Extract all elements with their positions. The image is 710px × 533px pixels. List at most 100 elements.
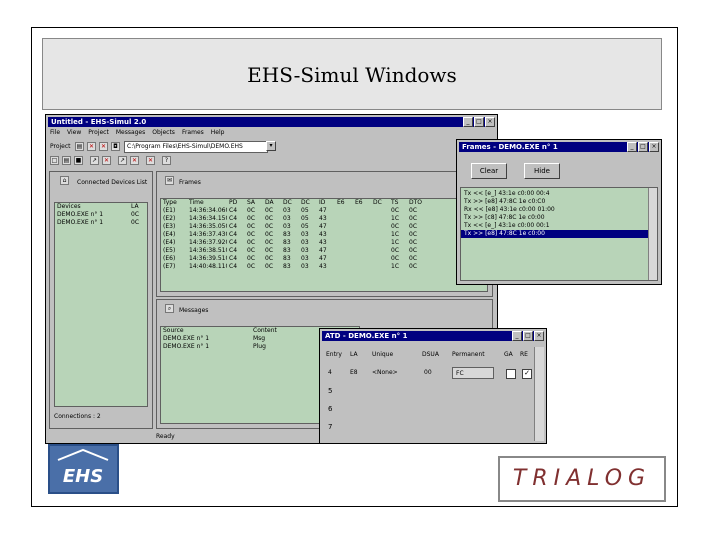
- main-window-controls: _ □ ×: [463, 117, 495, 127]
- hide-button[interactable]: Hide: [524, 163, 560, 179]
- frame-cell: 05: [301, 215, 309, 222]
- device-la: 0C: [131, 219, 140, 226]
- menu-frames[interactable]: Frames: [182, 129, 204, 138]
- open-icon[interactable]: ▤: [75, 142, 84, 151]
- frame-log-line[interactable]: Tx << [e_] 43:1e c0:00 00:1: [461, 222, 648, 230]
- path-value: C:\Program Files\EHS-Simul\DEMO.EHS: [127, 143, 243, 150]
- minimize-button[interactable]: _: [627, 142, 637, 152]
- frame-cell: 83: [283, 231, 291, 238]
- path-field[interactable]: C:\Program Files\EHS-Simul\DEMO.EHS: [124, 141, 268, 153]
- frame-row[interactable]: (E7) 14:40:48.110 C4 0C 0C 83 03 43 1C 0C: [161, 263, 487, 271]
- frame-cell: [335, 263, 353, 271]
- close-button[interactable]: ×: [649, 142, 659, 152]
- frame-cell: 0C: [391, 207, 400, 214]
- message-content: Plug: [253, 343, 266, 350]
- minimize-button[interactable]: _: [463, 117, 473, 127]
- delete-icon[interactable]: ✕: [87, 142, 96, 151]
- frame-log-line[interactable]: Tx >> [c8] 47:8C 1e c0:00: [461, 214, 648, 222]
- stop-icon[interactable]: ✕: [99, 142, 108, 151]
- frame-cell: [353, 239, 371, 247]
- frame-log-line[interactable]: Tx << [e_] 43:1e c0:00 00:4: [461, 190, 648, 198]
- menu-help[interactable]: Help: [211, 129, 225, 138]
- frame-row[interactable]: (E3) 14:36:35.050 C4 0C 0C 03 05 47 0C 0C: [161, 223, 487, 231]
- atd-entry[interactable]: 7: [328, 423, 332, 431]
- frames-log[interactable]: Tx << [e_] 43:1e c0:00 00:4 Tx >> [e8] 47…: [460, 187, 658, 281]
- device-row[interactable]: DEMO.EXE n° 1 0C: [55, 211, 147, 219]
- maximize-button[interactable]: □: [638, 142, 648, 152]
- atd-scrollbar[interactable]: [534, 347, 544, 441]
- save-icon[interactable]: ■: [74, 156, 83, 165]
- frames-log-scrollbar[interactable]: [648, 188, 657, 280]
- new-icon[interactable]: □: [50, 156, 59, 165]
- frame-log-line[interactable]: Rx << [e8] 43:1e c0:00 01:00: [461, 206, 648, 214]
- content-col-header: Content: [253, 327, 277, 334]
- menu-project[interactable]: Project: [88, 129, 109, 138]
- frame-cell: 0C: [247, 263, 256, 270]
- device-row[interactable]: DEMO.EXE n° 1 0C: [55, 219, 147, 227]
- frame-cell: (E4): [163, 239, 176, 246]
- stop-sim-icon[interactable]: ✕: [146, 156, 155, 165]
- lock-icon[interactable]: ◘: [111, 142, 120, 151]
- frame-cell: (E4): [163, 231, 176, 238]
- project-toolbar: Project ▤ ✕ ✕ ◘ C:\Program Files\EHS-Sim…: [50, 141, 493, 153]
- devices-list-header: Devices LA: [55, 203, 147, 211]
- re-checkbox[interactable]: ✓: [522, 369, 532, 379]
- devices-list[interactable]: Devices LA DEMO.EXE n° 1 0C DEMO.EXE n° …: [54, 202, 148, 407]
- frame-row[interactable]: (E4) 14:36:37.920 C4 0C 0C 83 03 43 1C 0C: [161, 239, 487, 247]
- frame-cell: 0C: [265, 231, 274, 238]
- help-icon[interactable]: ?: [162, 156, 171, 165]
- main-window-title: Untitled - EHS-Simul 2.0: [48, 117, 495, 127]
- frames-table[interactable]: Type Time PD SA DA DC DC ID E6 E6 DC TS DTO (E1) 14:3…: [160, 198, 488, 292]
- open-file-icon[interactable]: ▤: [62, 156, 71, 165]
- maximize-button[interactable]: □: [474, 117, 484, 127]
- frame-cell: [371, 263, 389, 271]
- frame-cell: 47: [319, 223, 327, 230]
- frame-cell: [371, 215, 389, 223]
- close-button[interactable]: ×: [485, 117, 495, 127]
- frame-cell: 0C: [409, 231, 418, 238]
- disconnect-icon[interactable]: ✕: [130, 156, 139, 165]
- path-dropdown-button[interactable]: ▾: [266, 141, 276, 151]
- frame-cell: [371, 231, 389, 239]
- frame-row[interactable]: (E4) 14:36:37.430 C4 0C 0C 83 03 43 1C 0C: [161, 231, 487, 239]
- frame-cell: [371, 255, 389, 263]
- messages-header: Messages: [179, 307, 209, 314]
- frame-cell: [353, 255, 371, 263]
- frame-cell: 14:36:39.510: [189, 255, 227, 262]
- frame-cell: 47: [319, 255, 327, 262]
- atd-window-controls: _ □ ×: [512, 331, 544, 341]
- menu-file[interactable]: File: [50, 129, 60, 138]
- ga-checkbox[interactable]: [506, 369, 516, 379]
- atd-entry[interactable]: 5: [328, 387, 332, 395]
- frame-cell: [353, 263, 371, 271]
- menu-objects[interactable]: Objects: [152, 129, 175, 138]
- remove-device-icon[interactable]: ✕: [102, 156, 111, 165]
- clear-button[interactable]: Clear: [471, 163, 507, 179]
- frame-cell: 0C: [247, 223, 256, 230]
- frame-cell: 47: [319, 207, 327, 214]
- permanent-field[interactable]: FC: [452, 367, 494, 379]
- add-device-icon[interactable]: ↗: [90, 156, 99, 165]
- frame-log-line[interactable]: Tx >> [e8] 47:8C 1e c0:C0: [461, 198, 648, 206]
- frame-cell: 0C: [391, 255, 400, 262]
- permanent-col-header: Permanent: [452, 351, 485, 358]
- frame-row[interactable]: (E1) 14:36:34.060 C4 0C 0C 03 05 47 0C 0C: [161, 207, 487, 215]
- frame-cell: [335, 223, 353, 231]
- atd-entry[interactable]: 6: [328, 405, 332, 413]
- frame-row[interactable]: (E5) 14:36:38.510 C4 0C 0C 83 03 47 0C 0C: [161, 247, 487, 255]
- connections-count: Connections : 2: [54, 413, 101, 420]
- atd-la: E8: [350, 369, 358, 376]
- frame-row[interactable]: (E2) 14:36:34.150 C4 0C 0C 03 05 43 1C 0C: [161, 215, 487, 223]
- connect-icon[interactable]: ↗: [118, 156, 127, 165]
- menu-view[interactable]: View: [67, 129, 81, 138]
- frame-log-line[interactable]: Tx >> [e8] 47:8C 1e c0:00: [461, 230, 648, 238]
- frame-cell: 1C: [391, 263, 400, 270]
- menu-messages[interactable]: Messages: [116, 129, 145, 138]
- atd-unique: <None>: [372, 369, 398, 376]
- frame-cell: 83: [283, 255, 291, 262]
- frame-row[interactable]: (E6) 14:36:39.510 C4 0C 0C 83 03 47 0C 0C: [161, 255, 487, 263]
- minimize-button[interactable]: _: [512, 331, 522, 341]
- close-button[interactable]: ×: [534, 331, 544, 341]
- maximize-button[interactable]: □: [523, 331, 533, 341]
- atd-row[interactable]: 4 E8 <None> 00 FC ✓: [326, 367, 536, 381]
